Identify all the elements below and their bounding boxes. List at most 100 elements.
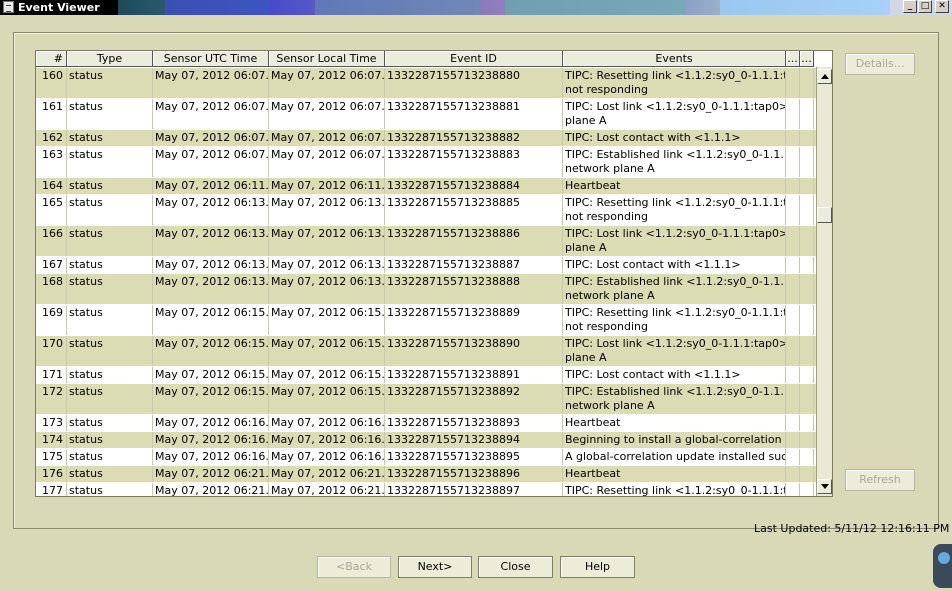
cell-extra-1: [786, 415, 800, 431]
table-body: 160 status May 07, 2012 06:07... May 07, 20…: [36, 68, 816, 497]
event-line-1: TIPC: Resetting link <1.1.2:sy0_0-1.1.1:…: [565, 196, 785, 209]
col-header-number[interactable]: #: [36, 51, 67, 67]
cell-number: 172: [36, 384, 67, 414]
table-row[interactable]: 171 status May 07, 2012 06:15... May 07, 20…: [36, 367, 816, 384]
cell-event: Heartbeat: [563, 178, 786, 194]
table-row[interactable]: 163 status May 07, 2012 06:07... May 07, 20…: [36, 147, 816, 178]
table-row[interactable]: 164 status May 07, 2012 06:11... May 07, 20…: [36, 178, 816, 195]
table-row[interactable]: 172 status May 07, 2012 06:15... May 07, 20…: [36, 384, 816, 415]
event-line-1: TIPC: Lost contact with <1.1.1>: [565, 258, 741, 271]
cell-type: status: [67, 147, 153, 177]
cell-extra-1: [786, 305, 800, 335]
vertical-scrollbar[interactable]: [816, 67, 832, 496]
event-line-1: TIPC: Lost link <1.1.2:sy0_0-1.1.1:tap0>…: [565, 337, 786, 350]
minimize-icon[interactable]: _: [903, 0, 917, 13]
cell-event-id: 1332287155713238887: [385, 257, 563, 273]
col-header-local-time[interactable]: Sensor Local Time: [269, 51, 385, 67]
table-row[interactable]: 166 status May 07, 2012 06:13... May 07, 20…: [36, 226, 816, 257]
details-button[interactable]: Details...: [845, 53, 915, 75]
event-line-1: TIPC: Lost link <1.1.2:sy0_0-1.1.1:tap0>…: [565, 227, 786, 240]
scroll-thumb[interactable]: [817, 207, 832, 223]
cell-type: status: [67, 274, 153, 304]
cell-event-id: 1332287155713238891: [385, 367, 563, 383]
cell-event-id: 1332287155713238884: [385, 178, 563, 194]
arrow-up-icon: [821, 74, 829, 79]
tray-widget-icon[interactable]: [933, 544, 952, 588]
cell-number: 162: [36, 130, 67, 146]
cell-extra-2: [800, 432, 814, 448]
event-line-2: not responding: [565, 83, 648, 96]
col-header-events[interactable]: Events: [563, 51, 786, 67]
cell-extra-2: [800, 449, 814, 465]
arrow-down-icon: [821, 484, 829, 489]
next-button[interactable]: Next>: [398, 556, 472, 578]
col-header-extra-1[interactable]: ...: [786, 51, 800, 67]
event-line-1: TIPC: Resetting link <1.1.2:sy0_0-1.1.1:…: [565, 306, 785, 319]
cell-type: status: [67, 195, 153, 225]
cell-extra-1: [786, 449, 800, 465]
event-line-1: TIPC: Resetting link <1.1.2:sy0_0-1.1.1:…: [565, 484, 785, 497]
table-row[interactable]: 170 status May 07, 2012 06:15... May 07, 20…: [36, 336, 816, 367]
cell-local-time: May 07, 2012 06:16...: [271, 449, 385, 465]
cell-event: TIPC: Lost link <1.1.2:sy0_0-1.1.1:tap0>…: [563, 336, 786, 366]
maximize-icon[interactable]: □: [918, 0, 932, 13]
close-window-icon[interactable]: ✕: [935, 0, 949, 13]
back-button[interactable]: <Back: [317, 556, 391, 578]
cell-number: 176: [36, 466, 67, 482]
close-button[interactable]: Close: [478, 556, 553, 578]
cell-type: status: [67, 432, 153, 448]
table-row[interactable]: 165 status May 07, 2012 06:13... May 07, 20…: [36, 195, 816, 226]
cell-extra-1: [786, 336, 800, 366]
event-line-1: Heartbeat: [565, 416, 621, 429]
cell-event: TIPC: Lost contact with <1.1.1>: [563, 130, 786, 146]
cell-utc-time: May 07, 2012 06:07...: [155, 130, 269, 146]
cell-extra-1: [786, 384, 800, 414]
table-row[interactable]: 160 status May 07, 2012 06:07... May 07, 20…: [36, 68, 816, 99]
cell-extra-2: [800, 274, 814, 304]
cell-event: TIPC: Lost contact with <1.1.1>: [563, 367, 786, 383]
scroll-up-button[interactable]: [817, 69, 832, 84]
cell-utc-time: May 07, 2012 06:15...: [153, 305, 269, 335]
cell-local-time: May 07, 2012 06:15...: [269, 305, 385, 335]
table-row[interactable]: 167 status May 07, 2012 06:13... May 07, 20…: [36, 257, 816, 274]
table-row[interactable]: 177 status May 07, 2012 06:21... May 07, 20…: [36, 483, 816, 497]
col-header-event-id[interactable]: Event ID: [385, 51, 563, 67]
cell-event-id: 1332287155713238895: [385, 449, 563, 465]
table-row[interactable]: 169 status May 07, 2012 06:15... May 07, 20…: [36, 305, 816, 336]
help-button[interactable]: Help: [560, 556, 635, 578]
cell-number: 171: [36, 367, 67, 383]
col-header-utc-time[interactable]: Sensor UTC Time: [153, 51, 269, 67]
cell-extra-2: [800, 195, 814, 225]
col-header-type[interactable]: Type: [67, 51, 153, 67]
col-header-extra-2[interactable]: ...: [800, 51, 814, 67]
table-row[interactable]: 176 status May 07, 2012 06:21... May 07, 20…: [36, 466, 816, 483]
event-line-2: plane A: [565, 351, 607, 364]
window-title: Event Viewer: [18, 1, 100, 14]
cell-event-id: 1332287155713238881: [385, 99, 563, 129]
cell-local-time: May 07, 2012 06:15...: [269, 384, 385, 414]
cell-event-id: 1332287155713238893: [385, 415, 563, 431]
table-row[interactable]: 161 status May 07, 2012 06:07... May 07, 20…: [36, 99, 816, 130]
table-row[interactable]: 173 status May 07, 2012 06:16... May 07, 20…: [36, 415, 816, 432]
cell-extra-2: [800, 305, 814, 335]
table-row[interactable]: 174 status May 07, 2012 06:16... May 07, 20…: [36, 432, 816, 449]
table-row[interactable]: 168 status May 07, 2012 06:13... May 07, 20…: [36, 274, 816, 305]
cell-utc-time: May 07, 2012 06:07...: [153, 99, 269, 129]
cell-extra-1: [786, 99, 800, 129]
cell-local-time: May 07, 2012 06:07...: [269, 147, 385, 177]
cell-event: TIPC: Established link <1.1.2:sy0_0-1.1.…: [563, 274, 786, 304]
cell-local-time: May 07, 2012 06:15...: [269, 336, 385, 366]
last-updated-text: Last Updated: 5/11/12 12:16:11 PM: [754, 522, 950, 535]
cell-type: status: [67, 449, 153, 465]
refresh-button[interactable]: Refresh: [845, 469, 915, 491]
cell-local-time: May 07, 2012 06:13...: [271, 257, 385, 273]
scroll-down-button[interactable]: [817, 479, 832, 494]
cell-event: TIPC: Lost link <1.1.2:sy0_0-1.1.1:tap0>…: [563, 226, 786, 256]
table-row[interactable]: 175 status May 07, 2012 06:16... May 07, 20…: [36, 449, 816, 466]
cell-number: 164: [36, 178, 67, 194]
cell-extra-1: [786, 195, 800, 225]
event-line-2: network plane A: [565, 289, 655, 302]
cell-extra-2: [800, 99, 814, 129]
cell-event: TIPC: Resetting link <1.1.2:sy0_0-1.1.1:…: [563, 483, 786, 497]
table-row[interactable]: 162 status May 07, 2012 06:07... May 07, 20…: [36, 130, 816, 147]
